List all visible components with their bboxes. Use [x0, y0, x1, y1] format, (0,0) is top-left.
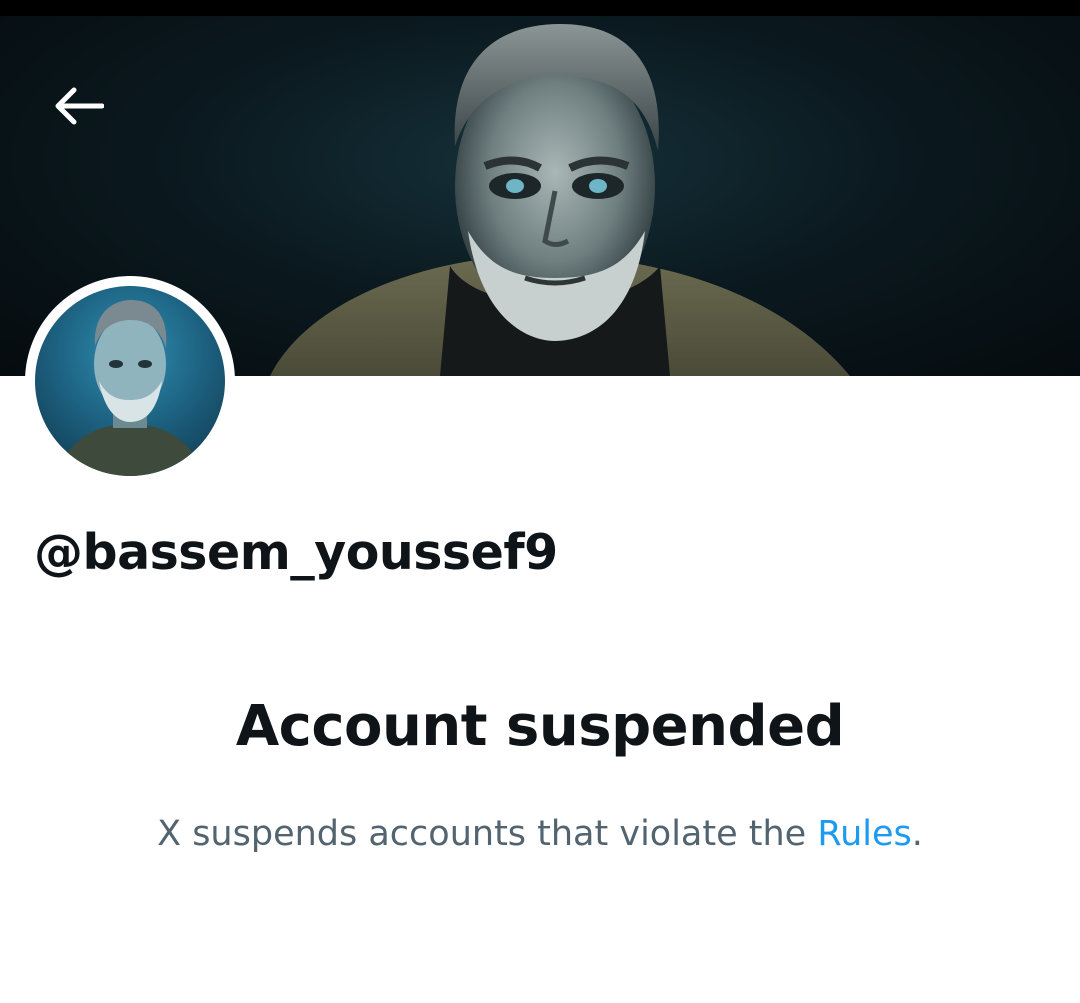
status-bar: [0, 0, 1080, 16]
profile-handle: @bassem_youssef9: [34, 524, 558, 581]
suspended-message-text: X suspends accounts that violate the: [157, 814, 818, 854]
suspended-message: X suspends accounts that violate the Rul…: [0, 814, 1080, 854]
suspended-title: Account suspended: [235, 694, 845, 759]
arrow-left-icon: [55, 87, 104, 125]
avatar[interactable]: [25, 276, 235, 486]
rules-link[interactable]: Rules: [817, 814, 911, 854]
back-button[interactable]: [40, 68, 116, 144]
avatar-image: [55, 300, 205, 476]
suspended-message-period: .: [911, 814, 923, 854]
